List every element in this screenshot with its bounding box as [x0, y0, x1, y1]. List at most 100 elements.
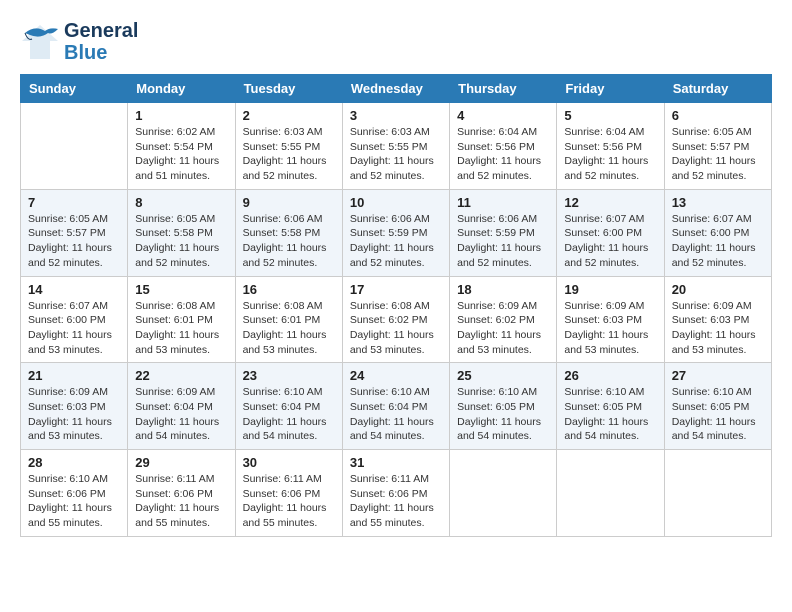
calendar-cell: 22 Sunrise: 6:09 AMSunset: 6:04 PMDayligh…	[128, 363, 235, 450]
day-info: Sunrise: 6:07 AMSunset: 6:00 PMDaylight:…	[564, 212, 656, 271]
calendar-cell: 1 Sunrise: 6:02 AMSunset: 5:54 PMDaylight…	[128, 103, 235, 190]
calendar-cell	[664, 450, 771, 537]
day-number: 27	[672, 368, 764, 383]
calendar-cell: 20Sunrise: 6:09 AMSunset: 6:03 PMDayligh…	[664, 276, 771, 363]
calendar-cell: 7 Sunrise: 6:05 AMSunset: 5:57 PMDaylight…	[21, 189, 128, 276]
day-number: 4	[457, 108, 549, 123]
day-header-sunday: Sunday	[21, 75, 128, 103]
day-number: 25	[457, 368, 549, 383]
day-header-wednesday: Wednesday	[342, 75, 449, 103]
day-number: 26	[564, 368, 656, 383]
day-number: 7	[28, 195, 120, 210]
calendar-week-row: 1 Sunrise: 6:02 AMSunset: 5:54 PMDaylight…	[21, 103, 772, 190]
calendar-cell: 3 Sunrise: 6:03 AMSunset: 5:55 PMDaylight…	[342, 103, 449, 190]
calendar-cell: 2Sunrise: 6:03 AMSunset: 5:55 PMDaylight…	[235, 103, 342, 190]
calendar-cell: 14 Sunrise: 6:07 AMSunset: 6:00 PMDayligh…	[21, 276, 128, 363]
day-info: Sunrise: 6:10 AMSunset: 6:05 PMDaylight:…	[457, 385, 549, 444]
day-number: 24	[350, 368, 442, 383]
day-header-saturday: Saturday	[664, 75, 771, 103]
calendar-cell: 6 Sunrise: 6:05 AMSunset: 5:57 PMDaylight…	[664, 103, 771, 190]
day-number: 31	[350, 455, 442, 470]
calendar-cell: 27 Sunrise: 6:10 AMSunset: 6:05 PMDayligh…	[664, 363, 771, 450]
calendar-cell: 16 Sunrise: 6:08 AMSunset: 6:01 PMDayligh…	[235, 276, 342, 363]
day-info: Sunrise: 6:02 AMSunset: 5:54 PMDaylight:…	[135, 125, 227, 184]
calendar-cell: 31 Sunrise: 6:11 AMSunset: 6:06 PMDayligh…	[342, 450, 449, 537]
day-info: Sunrise: 6:05 AMSunset: 5:57 PMDaylight:…	[672, 125, 764, 184]
calendar-cell	[21, 103, 128, 190]
day-number: 16	[243, 282, 335, 297]
day-number: 22	[135, 368, 227, 383]
calendar-cell: 21 Sunrise: 6:09 AMSunset: 6:03 PMDayligh…	[21, 363, 128, 450]
calendar-cell: 17Sunrise: 6:08 AMSunset: 6:02 PMDayligh…	[342, 276, 449, 363]
day-number: 14	[28, 282, 120, 297]
day-number: 13	[672, 195, 764, 210]
day-info: Sunrise: 6:04 AMSunset: 5:56 PMDaylight:…	[457, 125, 549, 184]
day-number: 19	[564, 282, 656, 297]
calendar-cell: 18 Sunrise: 6:09 AMSunset: 6:02 PMDayligh…	[450, 276, 557, 363]
calendar-header-row: SundayMondayTuesdayWednesdayThursdayFrid…	[21, 75, 772, 103]
calendar-cell: 23 Sunrise: 6:10 AMSunset: 6:04 PMDayligh…	[235, 363, 342, 450]
day-number: 3	[350, 108, 442, 123]
day-info: Sunrise: 6:11 AMSunset: 6:06 PMDaylight:…	[243, 472, 335, 531]
day-number: 23	[243, 368, 335, 383]
day-number: 5	[564, 108, 656, 123]
calendar-week-row: 21 Sunrise: 6:09 AMSunset: 6:03 PMDayligh…	[21, 363, 772, 450]
day-header-monday: Monday	[128, 75, 235, 103]
calendar-cell: 12 Sunrise: 6:07 AMSunset: 6:00 PMDayligh…	[557, 189, 664, 276]
day-info: Sunrise: 6:05 AMSunset: 5:58 PMDaylight:…	[135, 212, 227, 271]
calendar-table: SundayMondayTuesdayWednesdayThursdayFrid…	[20, 74, 772, 537]
day-info: Sunrise: 6:10 AMSunset: 6:06 PMDaylight:…	[28, 472, 120, 531]
day-info: Sunrise: 6:07 AMSunset: 6:00 PMDaylight:…	[28, 299, 120, 358]
calendar-cell: 30 Sunrise: 6:11 AMSunset: 6:06 PMDayligh…	[235, 450, 342, 537]
day-info: Sunrise: 6:09 AMSunset: 6:03 PMDaylight:…	[672, 299, 764, 358]
day-info: Sunrise: 6:10 AMSunset: 6:04 PMDaylight:…	[350, 385, 442, 444]
logo-icon	[20, 23, 60, 61]
day-info: Sunrise: 6:06 AMSunset: 5:59 PMDaylight:…	[457, 212, 549, 271]
day-info: Sunrise: 6:07 AMSunset: 6:00 PMDaylight:…	[672, 212, 764, 271]
day-info: Sunrise: 6:10 AMSunset: 6:04 PMDaylight:…	[243, 385, 335, 444]
day-info: Sunrise: 6:10 AMSunset: 6:05 PMDaylight:…	[672, 385, 764, 444]
calendar-week-row: 14 Sunrise: 6:07 AMSunset: 6:00 PMDayligh…	[21, 276, 772, 363]
logo-general: General	[64, 20, 138, 42]
calendar-cell: 4 Sunrise: 6:04 AMSunset: 5:56 PMDaylight…	[450, 103, 557, 190]
day-info: Sunrise: 6:08 AMSunset: 6:01 PMDaylight:…	[135, 299, 227, 358]
day-info: Sunrise: 6:09 AMSunset: 6:03 PMDaylight:…	[564, 299, 656, 358]
calendar-cell: 24 Sunrise: 6:10 AMSunset: 6:04 PMDayligh…	[342, 363, 449, 450]
calendar-week-row: 28Sunrise: 6:10 AMSunset: 6:06 PMDayligh…	[21, 450, 772, 537]
day-number: 30	[243, 455, 335, 470]
day-number: 6	[672, 108, 764, 123]
calendar-cell: 26Sunrise: 6:10 AMSunset: 6:05 PMDayligh…	[557, 363, 664, 450]
calendar-cell: 19 Sunrise: 6:09 AMSunset: 6:03 PMDayligh…	[557, 276, 664, 363]
day-number: 12	[564, 195, 656, 210]
day-info: Sunrise: 6:09 AMSunset: 6:03 PMDaylight:…	[28, 385, 120, 444]
calendar-cell: 10Sunrise: 6:06 AMSunset: 5:59 PMDayligh…	[342, 189, 449, 276]
day-info: Sunrise: 6:06 AMSunset: 5:58 PMDaylight:…	[243, 212, 335, 271]
day-info: Sunrise: 6:03 AMSunset: 5:55 PMDaylight:…	[350, 125, 442, 184]
day-info: Sunrise: 6:05 AMSunset: 5:57 PMDaylight:…	[28, 212, 120, 271]
day-info: Sunrise: 6:09 AMSunset: 6:04 PMDaylight:…	[135, 385, 227, 444]
calendar-cell: 5Sunrise: 6:04 AMSunset: 5:56 PMDaylight…	[557, 103, 664, 190]
calendar-cell: 9Sunrise: 6:06 AMSunset: 5:58 PMDaylight…	[235, 189, 342, 276]
calendar-cell: 15Sunrise: 6:08 AMSunset: 6:01 PMDayligh…	[128, 276, 235, 363]
day-number: 21	[28, 368, 120, 383]
calendar-cell	[450, 450, 557, 537]
day-info: Sunrise: 6:08 AMSunset: 6:01 PMDaylight:…	[243, 299, 335, 358]
day-number: 11	[457, 195, 549, 210]
day-number: 1	[135, 108, 227, 123]
logo: General Blue	[20, 20, 138, 64]
day-header-thursday: Thursday	[450, 75, 557, 103]
day-info: Sunrise: 6:09 AMSunset: 6:02 PMDaylight:…	[457, 299, 549, 358]
calendar-cell: 28Sunrise: 6:10 AMSunset: 6:06 PMDayligh…	[21, 450, 128, 537]
day-info: Sunrise: 6:11 AMSunset: 6:06 PMDaylight:…	[350, 472, 442, 531]
day-number: 8	[135, 195, 227, 210]
day-number: 17	[350, 282, 442, 297]
day-info: Sunrise: 6:11 AMSunset: 6:06 PMDaylight:…	[135, 472, 227, 531]
day-number: 29	[135, 455, 227, 470]
day-header-tuesday: Tuesday	[235, 75, 342, 103]
day-number: 18	[457, 282, 549, 297]
calendar-cell: 13 Sunrise: 6:07 AMSunset: 6:00 PMDayligh…	[664, 189, 771, 276]
calendar-cell	[557, 450, 664, 537]
calendar-cell: 11 Sunrise: 6:06 AMSunset: 5:59 PMDayligh…	[450, 189, 557, 276]
page-header: General Blue	[20, 20, 772, 64]
calendar-cell: 25 Sunrise: 6:10 AMSunset: 6:05 PMDayligh…	[450, 363, 557, 450]
